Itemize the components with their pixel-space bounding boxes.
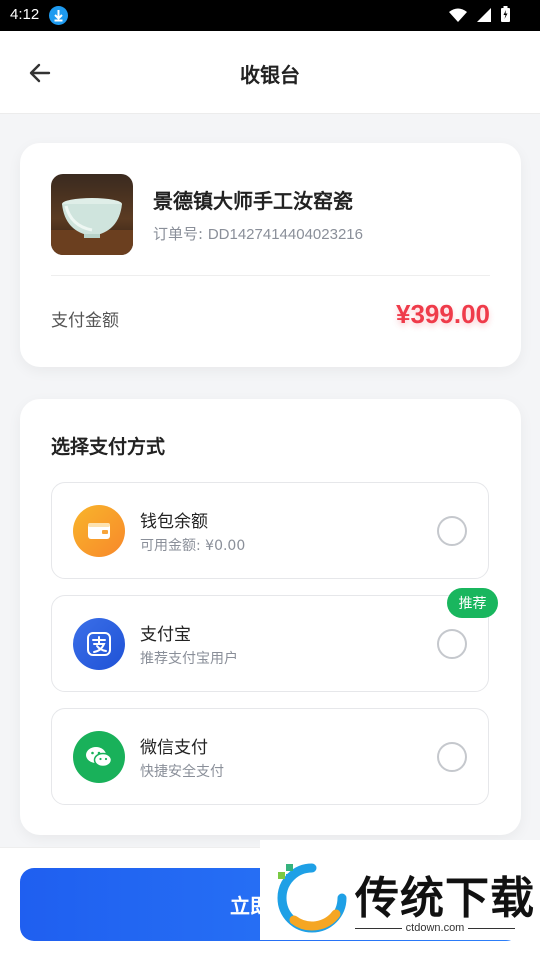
header: 收银台 <box>0 31 540 114</box>
alipay-icon <box>73 618 125 670</box>
radio-button[interactable] <box>437 742 467 772</box>
signal-icon <box>477 7 491 26</box>
order-number: 订单号: DD1427414404023216 <box>153 223 363 244</box>
order-number-label: 订单号: <box>153 225 208 243</box>
payment-option-desc: 快捷安全支付 <box>140 764 224 780</box>
payment-option-desc: 可用金额: ¥0.00 <box>140 538 246 554</box>
amount-value: ¥399.00 <box>396 299 490 329</box>
radio-button[interactable] <box>437 629 467 659</box>
wechat-icon <box>73 731 125 783</box>
payment-method-card: 选择支付方式 钱包余额 可用金额: ¥0.00 支付宝 推荐支付宝用户 微信支付… <box>20 399 521 835</box>
page-title: 收银台 <box>240 63 300 87</box>
download-notification-icon <box>49 6 68 25</box>
payment-option-desc: 推荐支付宝用户 <box>140 651 238 667</box>
watermark-url-row: ctdown.com <box>355 922 516 934</box>
payment-option-wechat[interactable]: 微信支付 快捷安全支付 <box>51 708 489 805</box>
order-summary-card: 景德镇大师手工汝窑瓷 订单号: DD1427414404023216 支付金额 … <box>20 143 521 367</box>
amount-label: 支付金额 <box>51 311 119 331</box>
recommended-badge: 推荐 <box>447 588 498 618</box>
watermark-url: ctdown.com <box>405 922 465 934</box>
product-image <box>51 174 133 255</box>
wallet-icon <box>73 505 125 557</box>
payment-option-name: 钱包余额 <box>140 512 208 532</box>
order-number-value: DD1427414404023216 <box>207 226 363 243</box>
product-name: 景德镇大师手工汝窑瓷 <box>153 189 353 213</box>
watermark-logo-icon <box>277 863 347 933</box>
payment-option-name: 支付宝 <box>140 625 191 645</box>
payment-option-name: 微信支付 <box>140 738 208 758</box>
payment-section-title: 选择支付方式 <box>51 436 166 458</box>
battery-icon <box>501 6 510 26</box>
divider <box>355 927 402 929</box>
status-icons <box>449 6 510 26</box>
payment-option-alipay[interactable]: 支付宝 推荐支付宝用户 <box>51 595 489 692</box>
watermark-title: 传统下载 <box>355 873 535 924</box>
site-watermark: 传统下载 ctdown.com <box>260 840 540 940</box>
status-bar: 4:12 <box>0 0 540 31</box>
divider <box>468 927 516 929</box>
wifi-icon <box>449 7 467 26</box>
payment-option-wallet[interactable]: 钱包余额 可用金额: ¥0.00 <box>51 482 489 579</box>
status-time: 4:12 <box>10 6 40 23</box>
divider <box>51 275 490 276</box>
radio-button[interactable] <box>437 516 467 546</box>
